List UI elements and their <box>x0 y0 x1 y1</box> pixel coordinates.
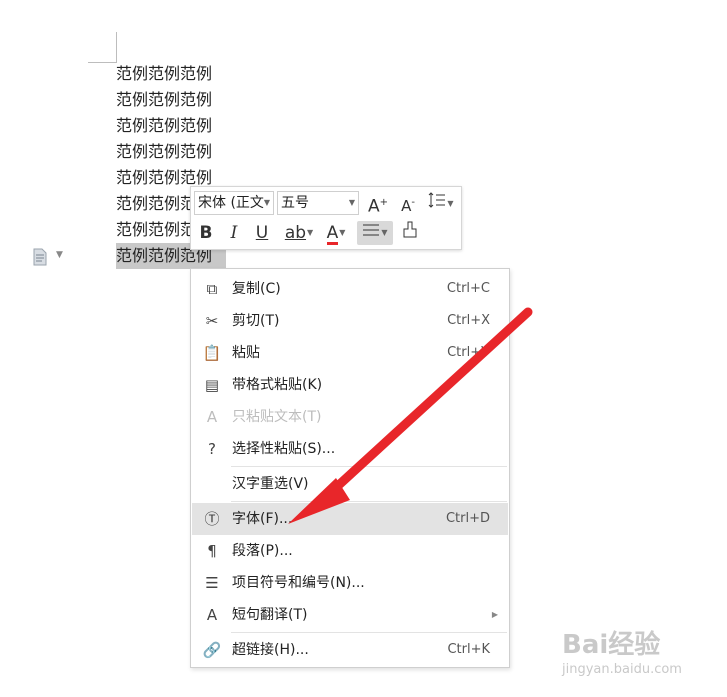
baidu-watermark: Bai经验 jingyan.baidu.com <box>556 618 716 688</box>
watermark-url: jingyan.baidu.com <box>562 662 682 677</box>
annotation-arrow <box>288 307 533 524</box>
watermark-brand: Bai经验 <box>562 630 661 660</box>
